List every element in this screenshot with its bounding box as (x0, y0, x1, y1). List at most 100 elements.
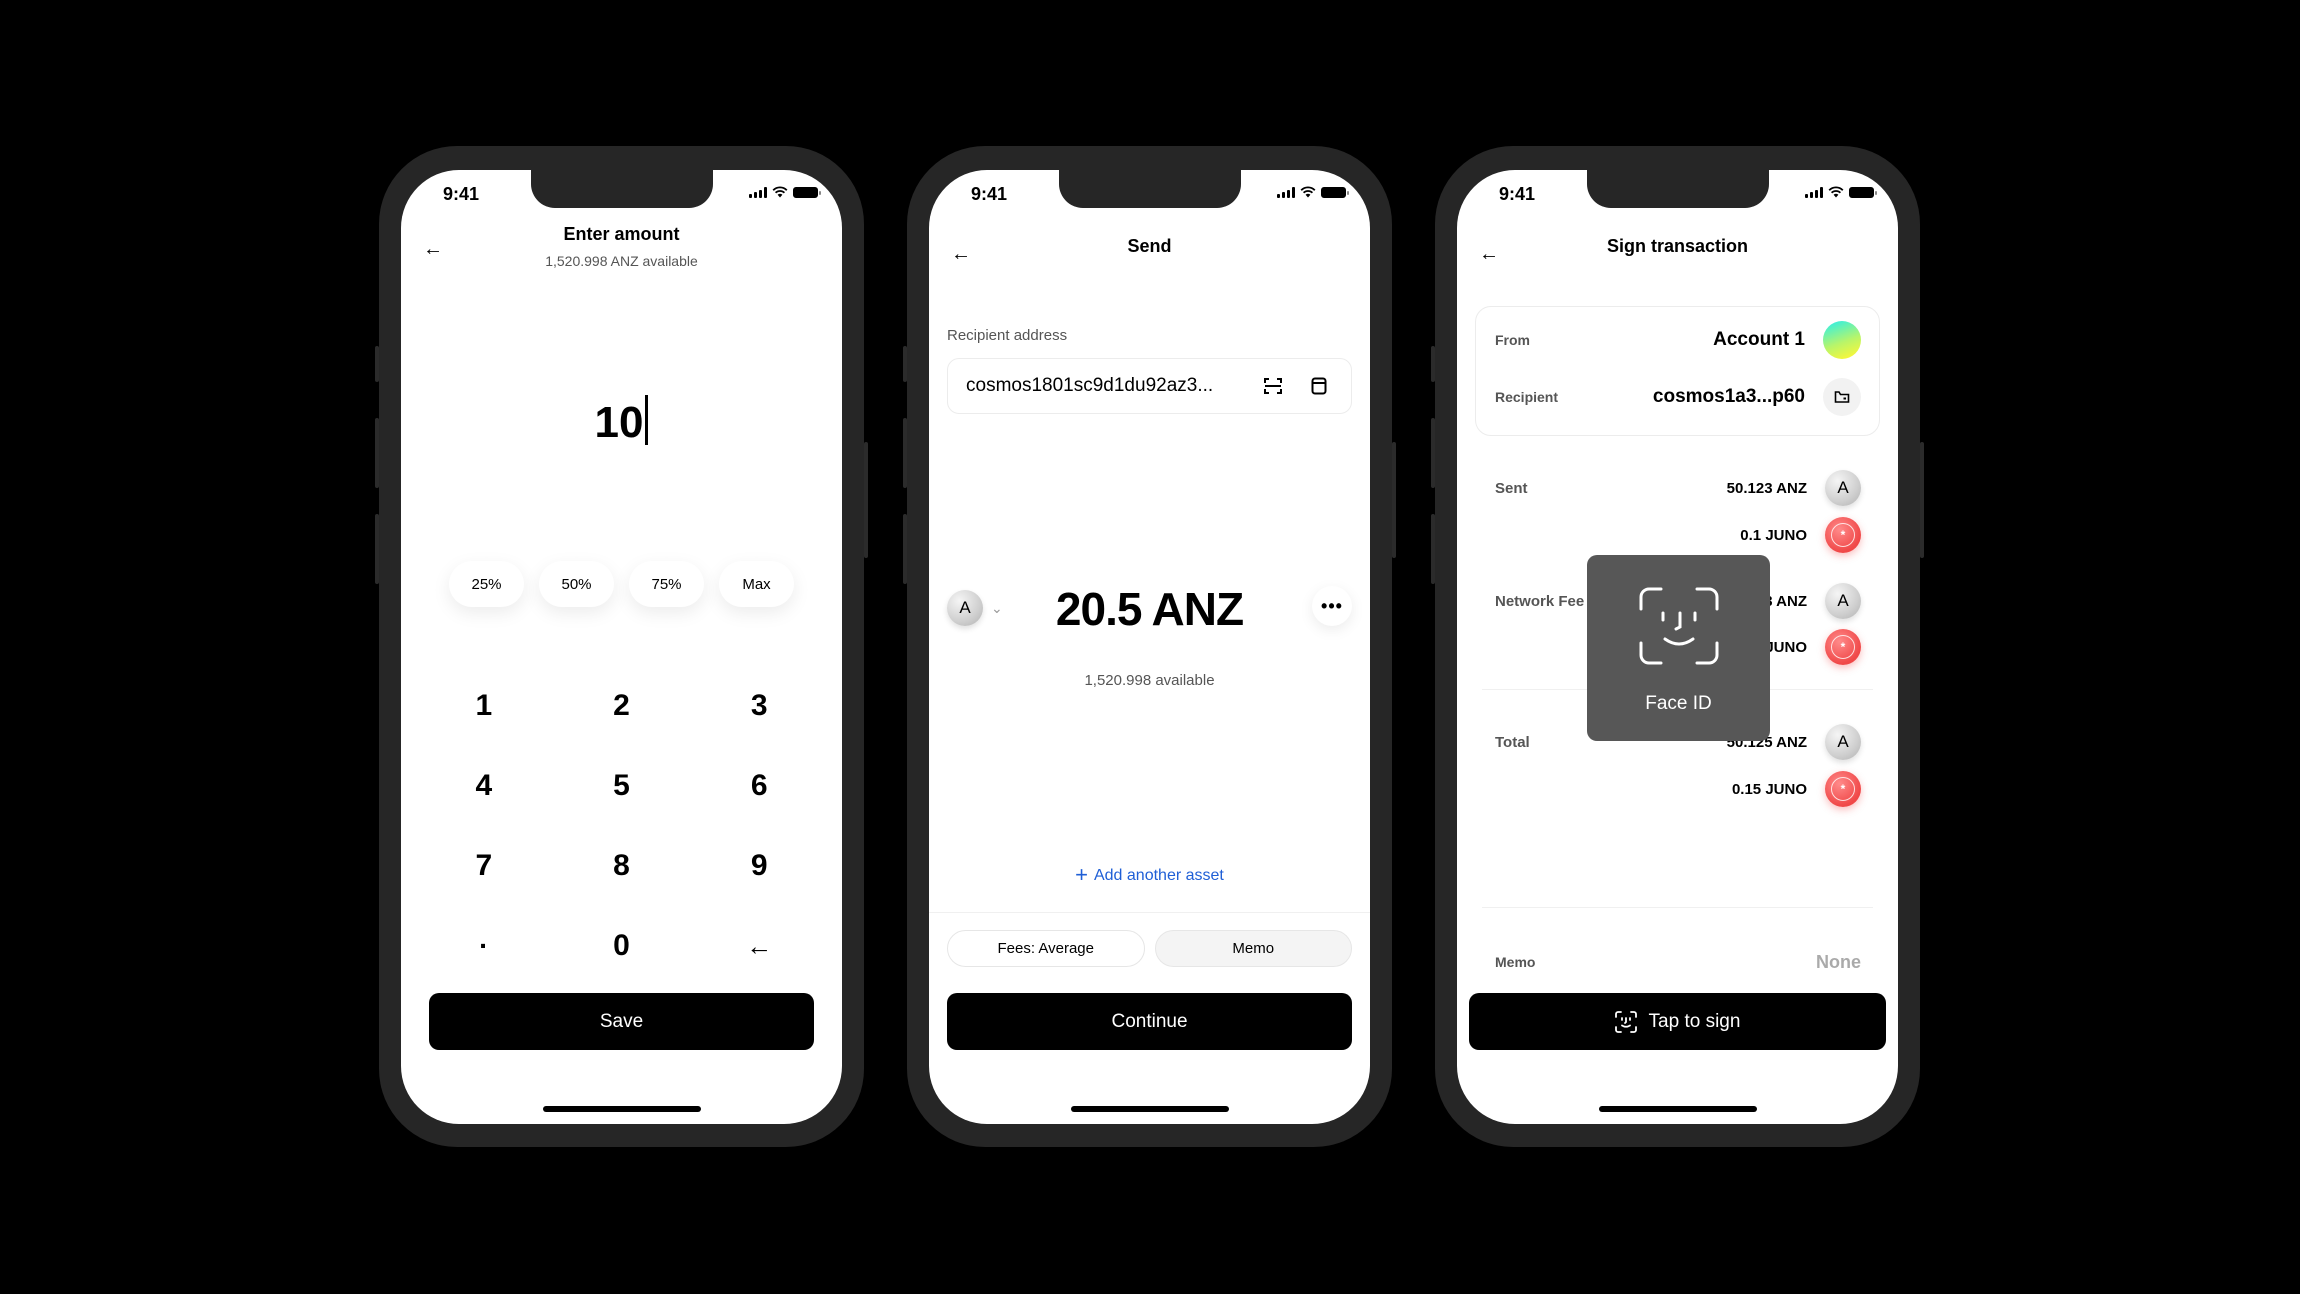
scan-qr-icon[interactable] (1259, 372, 1287, 400)
memo-label: Memo (1495, 954, 1536, 970)
percent-25-button[interactable]: 25% (449, 561, 524, 607)
sent-amount-juno: 0.1 JUNO (1740, 526, 1807, 544)
notch (1059, 170, 1241, 208)
available-balance: 1,520.998 available (1084, 672, 1215, 689)
options-row: Fees: Average Memo (947, 930, 1352, 967)
signal-icon (1805, 186, 1823, 198)
juno-glyph: * (1831, 777, 1855, 801)
side-button (903, 346, 907, 382)
power-button (864, 442, 868, 558)
total-amount-juno: 0.15 JUNO (1731, 780, 1807, 798)
status-icons (1805, 186, 1877, 198)
key-4[interactable]: 4 (415, 746, 553, 826)
juno-glyph: * (1831, 523, 1855, 547)
key-6[interactable]: 6 (690, 746, 828, 826)
send-amount[interactable]: 20.5 ANZ (947, 582, 1352, 636)
power-button (1920, 442, 1924, 558)
amount-input[interactable]: 10 (401, 395, 842, 448)
anz-token-icon: A (1825, 583, 1861, 619)
tap-to-sign-label: Tap to sign (1648, 1010, 1741, 1032)
side-button (1431, 346, 1435, 382)
key-0[interactable]: 0 (553, 906, 691, 986)
tap-to-sign-button[interactable]: Tap to sign (1469, 993, 1886, 1050)
key-5[interactable]: 5 (553, 746, 691, 826)
notch (531, 170, 713, 208)
sent-row-juno: 0.1 JUNO * (1495, 515, 1861, 555)
faceid-label: Face ID (1645, 693, 1712, 714)
battery-icon (1849, 186, 1877, 198)
recipient-address-label: Recipient address (947, 327, 1068, 344)
key-2[interactable]: 2 (553, 666, 691, 746)
battery-icon (793, 186, 821, 198)
key-7[interactable]: 7 (415, 826, 553, 906)
continue-button[interactable]: Continue (947, 993, 1352, 1050)
screen: 9:41 ← Enter amount 1,520.998 ANZ availa… (401, 170, 842, 1124)
volume-down-button (1431, 514, 1435, 584)
volume-down-button (375, 514, 379, 584)
status-time: 9:41 (443, 184, 480, 204)
available-balance: 1,520.998 ANZ available (545, 253, 698, 269)
signal-icon (1277, 186, 1295, 198)
amount-value: 10 (594, 398, 644, 447)
key-9[interactable]: 9 (690, 826, 828, 906)
memo-value: None (1816, 951, 1861, 972)
key-backspace-icon[interactable]: ← (690, 906, 828, 986)
anz-token-icon: A (1825, 470, 1861, 506)
address-book-icon[interactable] (1305, 372, 1333, 400)
faceid-icon (1614, 1010, 1637, 1033)
fees-button[interactable]: Fees: Average (947, 930, 1145, 967)
save-button[interactable]: Save (429, 993, 814, 1050)
home-indicator (1599, 1106, 1757, 1112)
key-8[interactable]: 8 (553, 826, 691, 906)
memo-button[interactable]: Memo (1154, 930, 1352, 967)
divider (929, 912, 1370, 913)
faceid-overlay: Face ID (1587, 555, 1770, 741)
page-title: Send (1127, 236, 1172, 256)
page-title: Enter amount (563, 224, 680, 244)
key-1[interactable]: 1 (415, 666, 553, 746)
sent-label: Sent (1495, 479, 1528, 497)
phone-send: 9:41 ← Send Recipient address cosmos1801… (903, 146, 1396, 1147)
asset-amount-row: A ⌄ 20.5 ANZ ••• (947, 583, 1352, 640)
numeric-keypad: 1 2 3 4 5 6 7 8 9 · 0 ← (415, 666, 828, 986)
memo-row: Memo None (1495, 942, 1861, 982)
faceid-icon (1639, 587, 1718, 665)
total-row-juno: 0.15 JUNO * (1495, 769, 1861, 809)
status-icons (1277, 186, 1349, 198)
percent-50-button[interactable]: 50% (539, 561, 614, 607)
home-indicator (543, 1106, 701, 1112)
wallet-icon[interactable] (1823, 378, 1861, 416)
volume-up-button (1431, 418, 1435, 488)
from-label: From (1495, 332, 1530, 348)
side-button (375, 346, 379, 382)
max-button[interactable]: Max (719, 561, 794, 607)
phone-enter-amount: 9:41 ← Enter amount 1,520.998 ANZ availa… (375, 146, 868, 1147)
divider (1482, 907, 1873, 908)
text-caret (645, 395, 649, 445)
key-3[interactable]: 3 (690, 666, 828, 746)
percent-75-button[interactable]: 75% (629, 561, 704, 607)
key-decimal[interactable]: · (415, 906, 553, 986)
status-time: 9:41 (971, 184, 1008, 204)
juno-token-icon: * (1825, 629, 1861, 665)
more-options-button[interactable]: ••• (1312, 586, 1352, 626)
status-icons (749, 186, 821, 198)
wifi-icon (772, 186, 788, 198)
power-button (1392, 442, 1396, 558)
anz-token-icon: A (1825, 724, 1861, 760)
home-indicator (1071, 1106, 1229, 1112)
add-another-asset-link[interactable]: + Add another asset (929, 862, 1370, 888)
recipient-address-field[interactable]: cosmos1801sc9d1du92az3... (947, 358, 1352, 414)
add-asset-label: Add another asset (1093, 867, 1224, 884)
phone-sign-transaction: 9:41 ← Sign transaction From Account 1 R… (1431, 146, 1924, 1147)
battery-icon (1321, 186, 1349, 198)
plus-icon: + (1075, 862, 1088, 887)
notch (1587, 170, 1769, 208)
juno-token-icon: * (1825, 517, 1861, 553)
juno-token-icon: * (1825, 771, 1861, 807)
account-avatar (1823, 321, 1861, 359)
recipient-value: cosmos1a3...p60 (1652, 386, 1805, 407)
sent-row: Sent 50.123 ANZ A (1495, 468, 1861, 508)
sent-amount-anz: 50.123 ANZ (1726, 479, 1807, 497)
volume-up-button (903, 418, 907, 488)
